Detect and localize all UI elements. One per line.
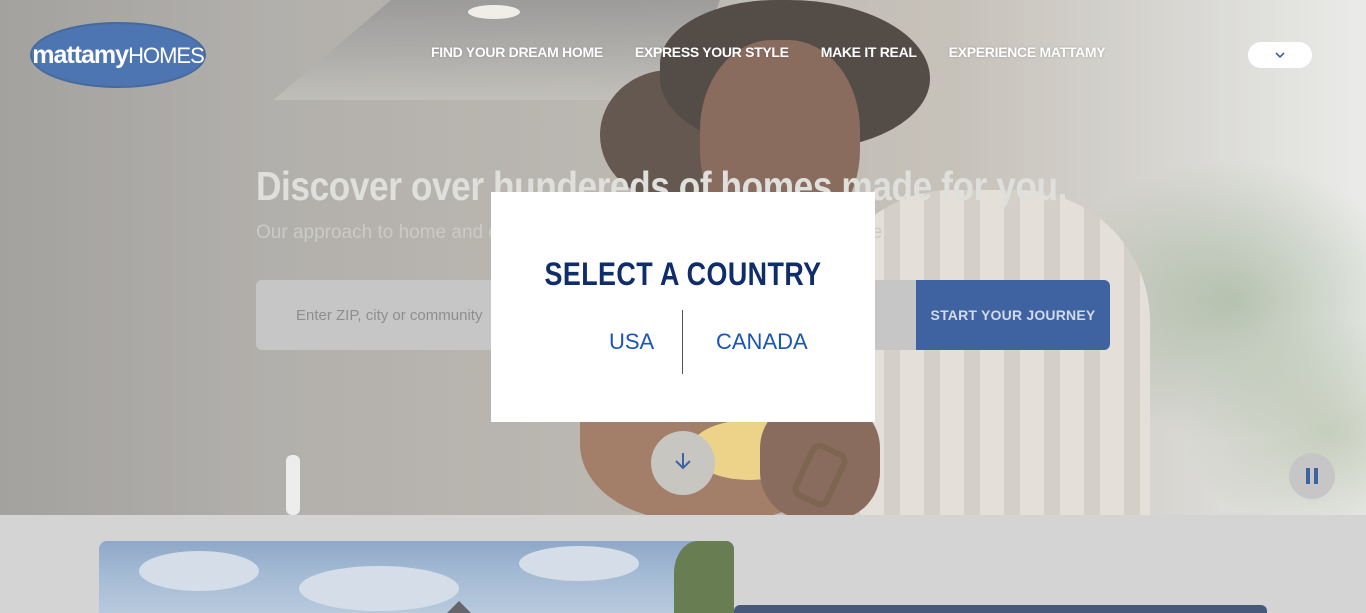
country-option-usa[interactable]: USA: [609, 329, 654, 355]
country-option-canada[interactable]: CANADA: [716, 329, 808, 355]
modal-divider: [682, 310, 683, 374]
modal-title: SELECT A COUNTRY: [544, 256, 822, 292]
country-select-modal: SELECT A COUNTRY USA CANADA: [491, 192, 875, 422]
